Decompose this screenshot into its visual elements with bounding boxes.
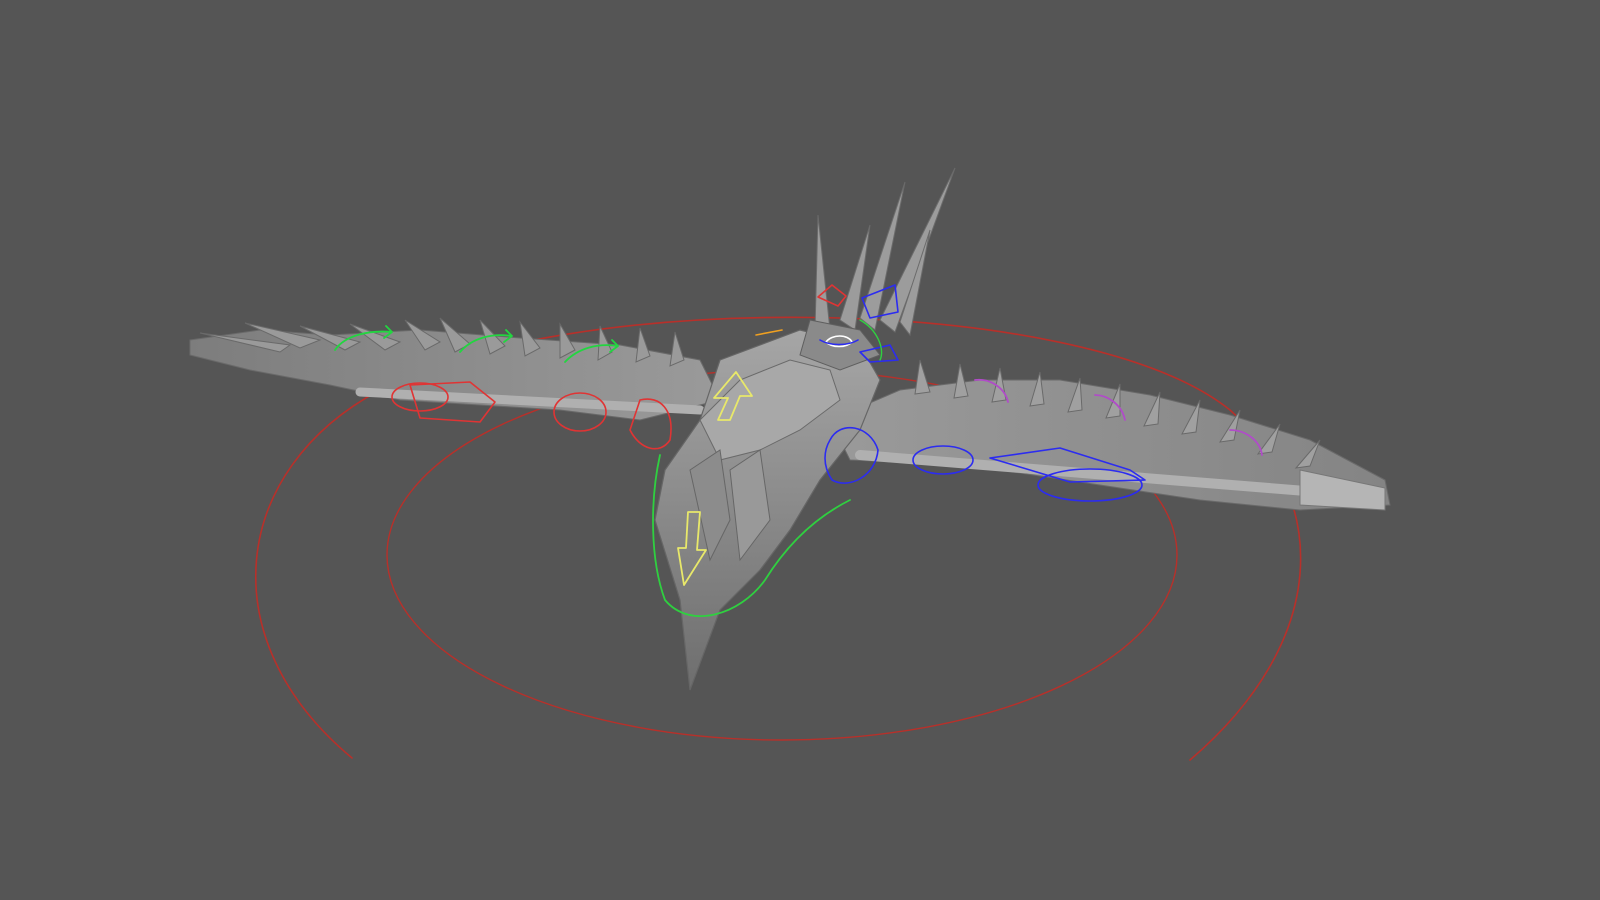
tail-mesh[interactable] <box>814 167 956 337</box>
scene-canvas[interactable] <box>0 0 1600 900</box>
bird-mesh[interactable] <box>189 167 1391 691</box>
jaw-control[interactable] <box>755 329 783 336</box>
right-wing-mesh[interactable] <box>829 359 1391 511</box>
left-wing-mesh[interactable] <box>189 317 721 421</box>
3d-viewport[interactable] <box>0 0 1600 900</box>
